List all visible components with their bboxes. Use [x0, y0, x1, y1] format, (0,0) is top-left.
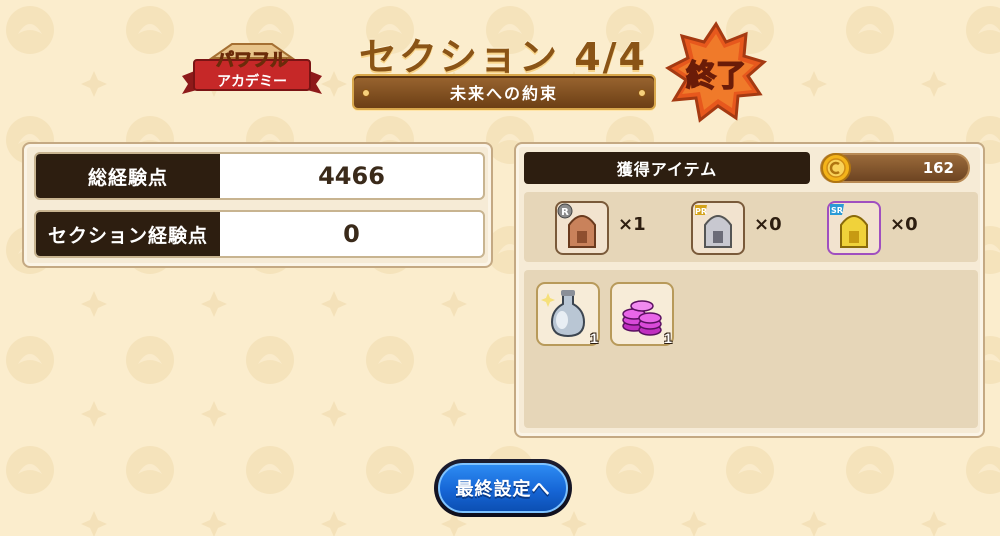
- silver-potion-qty: 1: [590, 330, 598, 346]
- acquired-items-panel: 獲得アイテム 162 R ×1 PR ×0 SR ×0 1 1: [514, 142, 985, 438]
- end-badge-text: 終了: [686, 59, 746, 94]
- silver-helmet-icon: PR: [691, 201, 745, 255]
- reward-items-area: 1 1: [524, 270, 978, 428]
- final-settings-button[interactable]: 最終設定へ: [434, 459, 572, 517]
- section-title: セクション 4/4: [359, 35, 647, 79]
- total-exp-row: 総経験点 4466: [34, 152, 485, 200]
- experience-panel: 総経験点 4466 セクション経験点 0: [22, 142, 493, 268]
- plate-rivet-left: [362, 89, 370, 97]
- svg-text:SR: SR: [831, 206, 843, 215]
- powerful-academy-logo: パワフル アカデミー: [172, 36, 332, 100]
- gold-helmet-count: ×0: [890, 214, 918, 235]
- helmet-row: R ×1 PR ×0 SR ×0: [524, 192, 978, 262]
- plate-rivet-right: [638, 89, 646, 97]
- final-settings-label: 最終設定へ: [438, 463, 568, 513]
- bronze-helmet-icon: R: [555, 201, 609, 255]
- acquired-items-header: 獲得アイテム: [524, 152, 810, 184]
- silver-helmet-count: ×0: [754, 214, 782, 235]
- pink-coins-qty: 1: [664, 330, 672, 346]
- pink-coins-icon[interactable]: 1: [610, 282, 674, 346]
- svg-text:PR: PR: [695, 207, 707, 216]
- bronze-helmet-count: ×1: [618, 214, 646, 235]
- silver-potion-icon[interactable]: 1: [536, 282, 600, 346]
- logo-text-bottom: アカデミー: [217, 73, 287, 90]
- section-exp-row: セクション経験点 0: [34, 210, 485, 258]
- total-exp-label: 総経験点: [36, 154, 220, 198]
- logo-text-top: パワフル: [216, 50, 288, 71]
- end-badge-icon: 終了: [664, 20, 768, 124]
- section-exp-label: セクション経験点: [36, 212, 220, 256]
- coin-icon: [821, 153, 851, 183]
- section-exp-value: 0: [343, 220, 360, 248]
- gold-helmet-icon: SR: [827, 201, 881, 255]
- svg-text:R: R: [561, 207, 569, 218]
- section-subtitle-plate: 未来への約束: [352, 74, 656, 110]
- section-subtitle: 未来への約束: [449, 84, 558, 103]
- total-exp-value: 4466: [318, 162, 385, 190]
- coin-counter: 162: [820, 153, 970, 183]
- coin-count: 162: [922, 159, 954, 177]
